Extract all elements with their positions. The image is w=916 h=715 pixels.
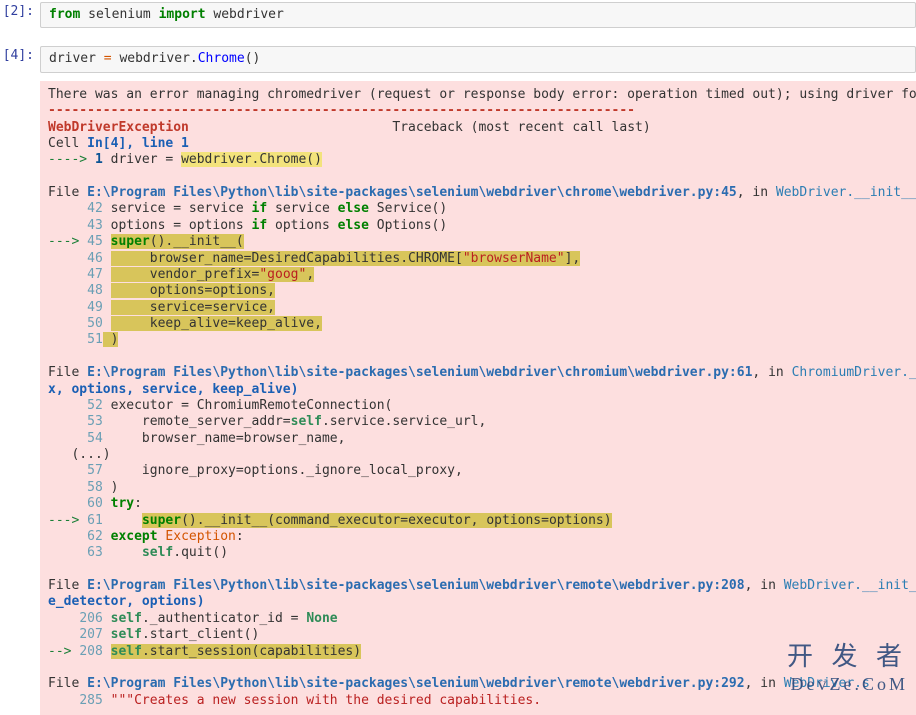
file-path: E:\Program Files\Python\lib\site-package… <box>87 578 744 593</box>
file-path: E:\Program Files\Python\lib\site-package… <box>87 185 737 200</box>
code-input[interactable]: from selenium import webdriver <box>40 2 916 28</box>
func-name: WebDriver.s <box>784 676 870 691</box>
dash-line: ----------------------------------------… <box>48 103 635 118</box>
code-line: from selenium import webdriver <box>49 7 907 23</box>
cell-label: Cell <box>48 136 87 151</box>
code-cell: [4]: driver = webdriver.Chrome() <box>0 44 916 74</box>
file-path: E:\Program Files\Python\lib\site-package… <box>87 676 744 691</box>
cell-prompt: [2]: <box>0 0 40 30</box>
func-name: WebDriver.__init__ <box>784 578 916 593</box>
traceback-label: Traceback (most recent call last) <box>392 120 650 135</box>
traceback-output: There was an error managing chromedriver… <box>40 81 916 715</box>
code-cell: [2]: from selenium import webdriver <box>0 0 916 30</box>
func-name: ChromiumDriver.__init__ <box>792 365 916 380</box>
file-path: E:\Program Files\Python\lib\site-package… <box>87 365 752 380</box>
func-name: WebDriver.__init__ <box>776 185 916 200</box>
arrow: ----> <box>48 152 95 167</box>
cell-prompt: [4]: <box>0 44 40 74</box>
traceback-pre: There was an error managing chromedriver… <box>48 87 908 709</box>
code-line: driver = webdriver.Chrome() <box>49 51 907 67</box>
in-label: In[4], line 1 <box>87 136 189 151</box>
warning-line: There was an error managing chromedriver… <box>48 87 916 102</box>
code-input[interactable]: driver = webdriver.Chrome() <box>40 46 916 72</box>
output-prompt <box>0 75 40 715</box>
highlighted-code: webdriver.Chrome() <box>181 152 322 167</box>
output-row: There was an error managing chromedriver… <box>0 75 916 715</box>
exception-name: WebDriverException <box>48 120 189 135</box>
